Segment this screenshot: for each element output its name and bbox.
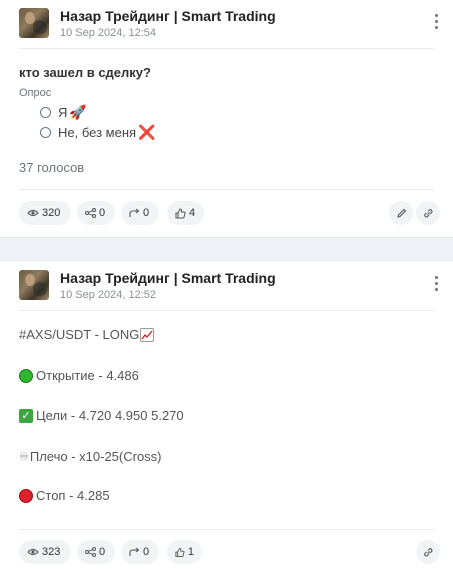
more-vertical-icon[interactable]: [435, 276, 439, 292]
signal-leverage-line: ♾ Плечо - x10-25(Cross): [19, 449, 162, 464]
more-vertical-icon[interactable]: [435, 14, 439, 30]
like-button[interactable]: 4: [167, 201, 204, 225]
poll-option-label: Не, без меня: [58, 124, 137, 140]
link-icon: [423, 208, 433, 218]
header-divider: [19, 310, 434, 311]
forwards-count: 0: [143, 546, 150, 558]
shares-count: 0: [99, 207, 106, 219]
rocket-icon: 🚀: [69, 104, 87, 120]
footer-divider: [19, 529, 434, 530]
views-button[interactable]: 320: [19, 201, 71, 225]
chart-increasing-icon: [140, 327, 155, 342]
cross-mark-icon: ❌: [138, 124, 156, 140]
signal-leverage: Плечо - x10-25(Cross): [29, 449, 162, 464]
green-circle-icon: [19, 368, 33, 383]
thumbs-up-icon: [175, 547, 185, 557]
check-mark-icon: ✓: [19, 408, 33, 423]
channel-name[interactable]: Назар Трейдинг | Smart Trading: [60, 270, 276, 286]
post-card-1: Назар Трейдинг | Smart Trading 10 Sep 20…: [0, 0, 453, 238]
signal-open-line: Открытие - 4.486: [19, 368, 139, 383]
channel-avatar[interactable]: [19, 8, 49, 38]
forward-button[interactable]: 0: [121, 540, 159, 564]
infinity-icon: ♾: [19, 451, 29, 463]
poll-option-label: Я: [58, 104, 68, 120]
radio-button[interactable]: [40, 126, 51, 138]
post-header: Назар Трейдинг | Smart Trading 10 Sep 20…: [19, 8, 453, 40]
copy-link-button[interactable]: [416, 540, 440, 564]
eye-icon: [27, 548, 39, 556]
views-button[interactable]: 323: [19, 540, 71, 564]
link-icon: [423, 547, 433, 557]
signal-pair-line: #AXS/USDT - LONG: [19, 327, 155, 342]
poll-option-2[interactable]: Не, без меня ❌: [40, 124, 155, 140]
signal-open: Открытие - 4.486: [36, 368, 139, 383]
share-icon: [85, 547, 96, 557]
post-actions: 323 0 0 1: [19, 540, 440, 564]
share-button[interactable]: 0: [77, 540, 115, 564]
copy-link-button[interactable]: [416, 201, 440, 225]
views-count: 323: [42, 546, 61, 558]
share-icon: [85, 208, 96, 218]
forward-icon: [129, 547, 140, 556]
views-count: 320: [42, 207, 61, 219]
signal-stop-line: Стоп - 4.285: [19, 488, 110, 503]
forwards-count: 0: [143, 207, 150, 219]
poll-option-1[interactable]: Я 🚀: [40, 104, 87, 120]
forward-icon: [129, 208, 140, 217]
eye-icon: [27, 209, 39, 217]
footer-divider: [19, 189, 434, 190]
thumbs-up-icon: [175, 207, 186, 218]
post-card-2: Назар Трейдинг | Smart Trading 10 Sep 20…: [0, 261, 453, 569]
share-button[interactable]: 0: [77, 201, 115, 225]
post-separator: [0, 238, 453, 261]
post-header: Назар Трейдинг | Smart Trading 10 Sep 20…: [19, 270, 453, 302]
header-divider: [19, 48, 434, 49]
poll-question: кто зашел в сделку?: [19, 65, 151, 80]
edit-button[interactable]: [389, 201, 413, 225]
poll-votes-count: 37 голосов: [19, 160, 85, 175]
channel-name[interactable]: Назар Трейдинг | Smart Trading: [60, 8, 276, 24]
post-date: 10 Sep 2024, 12:54: [60, 27, 157, 39]
likes-count: 1: [187, 546, 194, 558]
signal-targets: Цели - 4.720 4.950 5.270: [36, 408, 184, 423]
red-circle-icon: [19, 488, 33, 503]
forward-button[interactable]: 0: [121, 201, 159, 225]
signal-targets-line: ✓ Цели - 4.720 4.950 5.270: [19, 408, 184, 423]
likes-count: 4: [189, 207, 196, 219]
poll-type-label: Опрос: [19, 87, 52, 99]
like-button[interactable]: 1: [167, 540, 202, 564]
signal-pair: #AXS/USDT - LONG: [19, 327, 140, 342]
channel-avatar[interactable]: [19, 270, 49, 300]
post-date: 10 Sep 2024, 12:52: [60, 289, 157, 301]
pencil-icon: [396, 208, 406, 218]
radio-button[interactable]: [40, 106, 51, 118]
signal-stop: Стоп - 4.285: [36, 488, 110, 503]
post-actions: 320 0 0 4: [19, 201, 440, 225]
shares-count: 0: [99, 546, 106, 558]
